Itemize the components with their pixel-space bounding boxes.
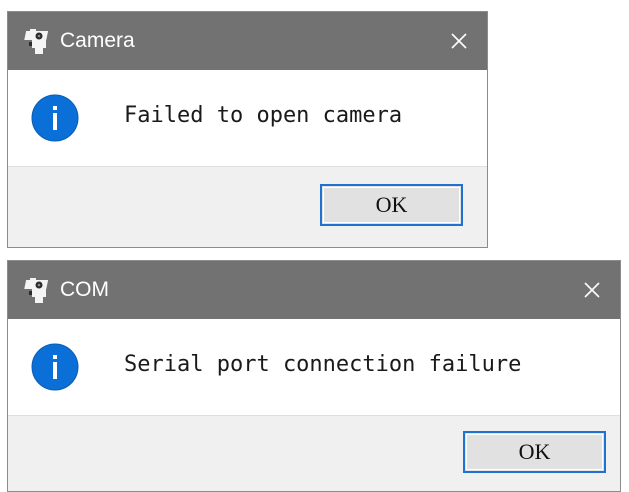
close-icon[interactable]	[582, 280, 602, 300]
com-dialog: COM Serial port connection failure OK	[7, 260, 621, 492]
ok-button[interactable]: OK	[463, 431, 606, 473]
dialog-footer: OK	[8, 166, 487, 247]
close-icon[interactable]	[449, 31, 469, 51]
info-icon	[31, 343, 79, 391]
ok-button[interactable]: OK	[320, 184, 463, 226]
title-bar[interactable]: Camera	[8, 12, 487, 70]
camera-dialog: Camera Failed to open camera OK	[7, 11, 488, 248]
dialog-message: Serial port connection failure	[124, 352, 522, 377]
dialog-content: Serial port connection failure	[8, 319, 620, 415]
title-bar[interactable]: COM	[8, 261, 620, 319]
camera-app-icon	[24, 29, 49, 54]
dialog-content: Failed to open camera	[8, 70, 487, 166]
info-icon	[31, 94, 79, 142]
dialog-title: COM	[60, 278, 109, 301]
camera-app-icon	[24, 278, 49, 303]
dialog-message: Failed to open camera	[124, 103, 403, 128]
dialog-title: Camera	[60, 29, 135, 52]
dialog-footer: OK	[8, 415, 620, 491]
